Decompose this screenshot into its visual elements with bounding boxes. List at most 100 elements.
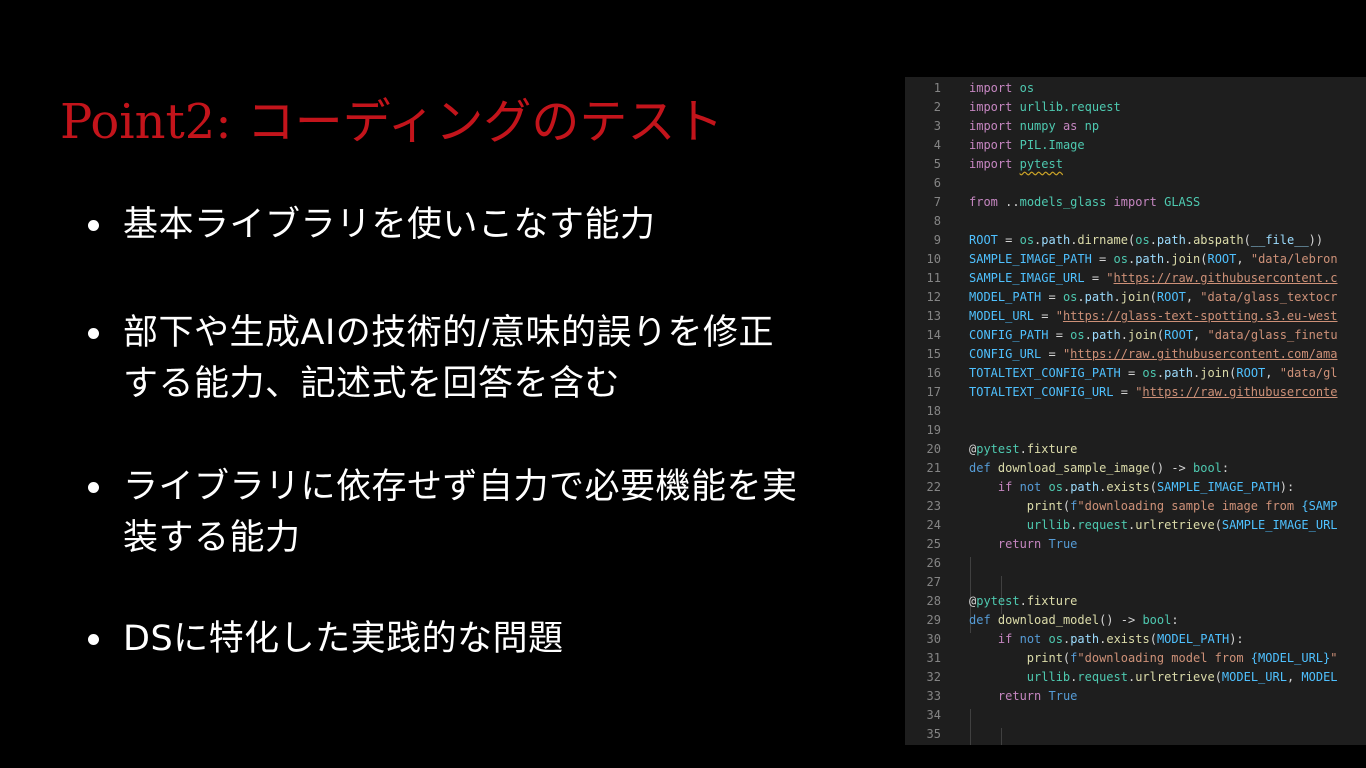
line-number: 13 bbox=[926, 309, 941, 323]
code-token: os bbox=[1019, 233, 1035, 247]
code-token: = bbox=[1034, 309, 1056, 323]
code-token: = bbox=[997, 233, 1020, 247]
code-token: print bbox=[1026, 499, 1063, 513]
code-line: 28 @pytest.fixture bbox=[905, 592, 1366, 611]
code-token: . bbox=[1120, 328, 1128, 342]
line-number: 28 bbox=[926, 594, 941, 608]
code-token: dirname bbox=[1077, 233, 1128, 247]
code-token: path bbox=[1164, 366, 1193, 380]
line-number: 12 bbox=[926, 290, 941, 304]
code-token: https://glass-text-spotting.s3.eu-west bbox=[1062, 309, 1338, 323]
code-token: as bbox=[1055, 119, 1085, 133]
code-token: path bbox=[1041, 233, 1071, 247]
code-text: SAMPLE_IMAGE_URL = "https://raw.githubus… bbox=[969, 269, 1337, 288]
code-token: " bbox=[1055, 309, 1063, 323]
code-token: True bbox=[1048, 537, 1078, 551]
line-number: 30 bbox=[926, 632, 941, 646]
code-token: ( bbox=[1149, 290, 1157, 304]
code-token: ( bbox=[1214, 670, 1222, 684]
bullet-dot-icon bbox=[88, 328, 99, 339]
code-token: , bbox=[1236, 252, 1251, 266]
code-token: ( bbox=[1149, 632, 1157, 646]
line-number: 35 bbox=[926, 727, 941, 741]
line-number: 22 bbox=[926, 480, 941, 494]
code-token: join bbox=[1120, 290, 1150, 304]
code-token: path bbox=[1070, 632, 1100, 646]
code-token: SAMPLE_IMAGE_PATH bbox=[1156, 480, 1280, 494]
code-text: @pytest.fixture bbox=[969, 440, 1077, 459]
line-number: 16 bbox=[926, 366, 941, 380]
code-line: 11 SAMPLE_IMAGE_URL = "https://raw.github… bbox=[905, 269, 1366, 288]
code-text: print(f"downloading model from {MODEL_UR… bbox=[969, 649, 1338, 668]
code-token: not bbox=[1019, 632, 1042, 646]
code-line: 30 if not os.path.exists(MODEL_PATH): bbox=[905, 630, 1366, 649]
code-token: TOTALTEXT_CONFIG_URL bbox=[969, 385, 1114, 399]
code-text: if not os.path.exists(SAMPLE_IMAGE_PATH)… bbox=[969, 478, 1294, 497]
code-token: ): bbox=[1229, 632, 1244, 646]
code-token: pytest bbox=[976, 442, 1020, 456]
code-token: os bbox=[1135, 233, 1150, 247]
code-token: () -> bbox=[1149, 461, 1193, 475]
code-text: print(f"downloading sample image from {S… bbox=[969, 497, 1338, 516]
code-token: GLASS bbox=[1164, 195, 1201, 209]
code-token: SAMPLE_IMAGE_URL bbox=[1221, 518, 1338, 532]
code-line: 15 CONFIG_URL = "https://raw.githubuserco… bbox=[905, 345, 1366, 364]
line-number: 15 bbox=[926, 347, 941, 361]
code-token: download_sample_image bbox=[997, 461, 1150, 475]
code-text: urllib.request.urlretrieve(MODEL_URL, MO… bbox=[969, 668, 1338, 687]
code-line: 8 bbox=[905, 212, 1366, 231]
line-number: 7 bbox=[933, 195, 941, 209]
code-line: 25 return True bbox=[905, 535, 1366, 554]
code-line: 14 CONFIG_PATH = os.path.join(ROOT, "data… bbox=[905, 326, 1366, 345]
line-number: 31 bbox=[926, 651, 941, 665]
line-number: 20 bbox=[926, 442, 941, 456]
code-line: 9 ROOT = os.path.dirname(os.path.abspath(… bbox=[905, 231, 1366, 250]
bullet-dot-icon bbox=[88, 220, 99, 231]
code-token: fixture bbox=[1026, 594, 1078, 608]
code-token: join bbox=[1171, 252, 1201, 266]
code-token: join bbox=[1200, 366, 1230, 380]
code-text: urllib.request.urlretrieve(SAMPLE_IMAGE_… bbox=[969, 516, 1338, 535]
code-line: 35 bbox=[905, 725, 1366, 744]
code-token: MODEL_PATH bbox=[1156, 632, 1230, 646]
line-number: 29 bbox=[926, 613, 941, 627]
code-token: models_glass bbox=[1019, 195, 1107, 209]
code-token: SAMPLE_IMAGE_URL bbox=[969, 271, 1085, 285]
code-token: not bbox=[1019, 480, 1042, 494]
line-number: 8 bbox=[933, 214, 941, 228]
code-token: ROOT bbox=[969, 233, 998, 247]
line-number: 14 bbox=[926, 328, 941, 342]
code-token: )) bbox=[1308, 233, 1324, 247]
code-line: 13 MODEL_URL = "https://glass-text-spotti… bbox=[905, 307, 1366, 326]
code-token: ROOT bbox=[1207, 252, 1237, 266]
code-line: 23 print(f"downloading sample image from… bbox=[905, 497, 1366, 516]
bullet-line: DSに特化した実践的な問題 bbox=[123, 619, 564, 659]
code-token: urlretrieve bbox=[1135, 518, 1215, 532]
code-line: 10 SAMPLE_IMAGE_PATH = os.path.join(ROOT,… bbox=[905, 250, 1366, 269]
code-text: MODEL_URL = "https://glass-text-spotting… bbox=[969, 307, 1338, 326]
code-token: https://raw.githubusercontent.com/ama bbox=[1070, 347, 1338, 361]
line-number: 19 bbox=[926, 423, 941, 437]
code-line: 6 bbox=[905, 174, 1366, 193]
code-token: , bbox=[1265, 366, 1280, 380]
line-number: 11 bbox=[926, 271, 941, 285]
code-line: 2 import urllib.request bbox=[905, 98, 1366, 117]
code-token: exists bbox=[1106, 632, 1150, 646]
code-token: urllib.request bbox=[1019, 100, 1121, 114]
code-token: import bbox=[969, 119, 1013, 133]
code-token: : bbox=[1171, 613, 1179, 627]
code-token: request bbox=[1077, 518, 1128, 532]
